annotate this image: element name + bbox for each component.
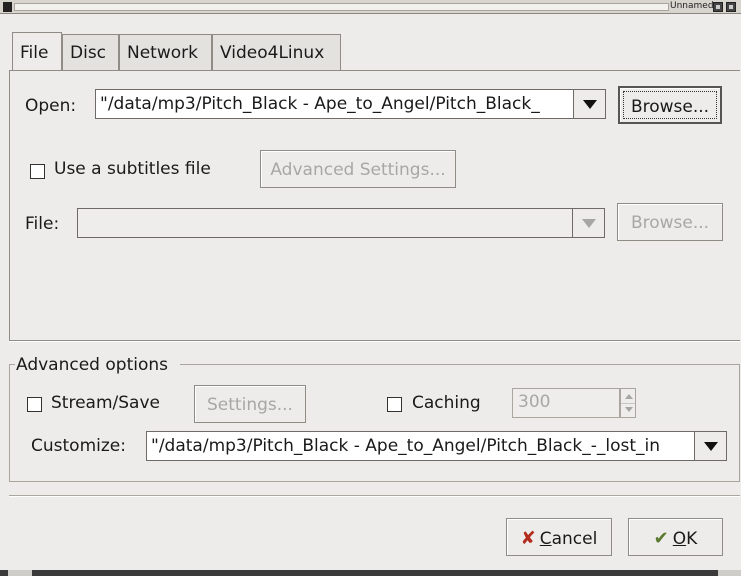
spin-up-icon <box>625 394 633 399</box>
tab-file[interactable]: File <box>12 32 62 70</box>
chevron-down-icon <box>704 442 718 451</box>
open-dropdown-button[interactable] <box>573 89 606 119</box>
ok-label: K <box>686 529 698 549</box>
ok-mnemonic: O <box>672 529 687 549</box>
customize-dropdown-button[interactable] <box>694 431 727 461</box>
tab-network-label: Network <box>127 43 198 63</box>
cancel-button[interactable]: ✘ Cancel <box>506 518 612 556</box>
tab-network[interactable]: Network <box>119 34 212 71</box>
stream-save-label: Stream/Save <box>51 393 160 413</box>
file-label: File: <box>25 214 60 234</box>
caching-checkbox[interactable] <box>387 397 402 412</box>
advanced-settings-button[interactable]: Advanced Settings... <box>260 150 456 188</box>
caching-spinbox-buttons[interactable] <box>620 388 636 418</box>
advanced-options-title: Advanced options <box>16 355 168 375</box>
spin-down-icon <box>625 407 633 412</box>
chevron-down-icon <box>582 219 596 228</box>
customize-label: Customize: <box>31 436 126 456</box>
window-bottom-edge <box>0 570 741 576</box>
file-combo-input[interactable] <box>77 208 572 238</box>
file-browse-label: Browse... <box>630 213 710 233</box>
advanced-options-group <box>9 364 740 482</box>
file-browse-button[interactable]: Browse... <box>617 203 723 241</box>
stream-settings-button[interactable]: Settings... <box>194 385 306 423</box>
ok-button[interactable]: ✔ OK <box>628 518 723 556</box>
window-menu-icon[interactable] <box>3 2 12 12</box>
minimize-icon[interactable] <box>713 2 723 12</box>
cancel-x-icon: ✘ <box>520 528 536 549</box>
tab-panel-border-left <box>9 70 10 340</box>
tab-video4linux-label: Video4Linux <box>220 43 325 63</box>
chevron-down-icon <box>583 100 597 109</box>
caching-spinbox-input[interactable]: 300 <box>512 388 620 418</box>
ok-check-icon: ✔ <box>653 528 669 549</box>
tab-disc-label: Disc <box>70 43 107 63</box>
customize-combo-input[interactable]: "/data/mp3/Pitch_Black - Ape_to_Angel/Pi… <box>146 431 694 461</box>
tab-disc[interactable]: Disc <box>62 34 119 71</box>
close-icon[interactable] <box>726 2 736 12</box>
open-label: Open: <box>25 96 77 116</box>
footer-separator-highlight <box>9 496 740 497</box>
subtitles-checkbox[interactable] <box>30 164 45 179</box>
open-combo-input[interactable]: "/data/mp3/Pitch_Black - Ape_to_Angel/Pi… <box>95 89 573 119</box>
stream-save-checkbox[interactable] <box>27 397 42 412</box>
advanced-settings-label: Advanced Settings... <box>270 160 446 180</box>
open-browse-button[interactable]: Browse... <box>618 86 722 124</box>
file-dropdown-button[interactable] <box>572 208 605 238</box>
window-title: Unnamed <box>670 1 714 11</box>
cancel-label: ancel <box>551 529 598 549</box>
tab-file-label: File <box>20 43 49 63</box>
tab-panel-border-highlight <box>9 341 740 342</box>
stream-settings-label: Settings... <box>207 395 293 415</box>
tab-panel-border <box>9 70 740 71</box>
tab-video4linux[interactable]: Video4Linux <box>212 34 341 71</box>
subtitles-label: Use a subtitles file <box>54 159 211 179</box>
caching-label: Caching <box>412 393 481 413</box>
titlebar-strip <box>14 3 669 11</box>
group-border-top-right <box>180 364 740 365</box>
cancel-mnemonic: C <box>539 529 552 549</box>
group-border-top-left <box>9 364 15 365</box>
